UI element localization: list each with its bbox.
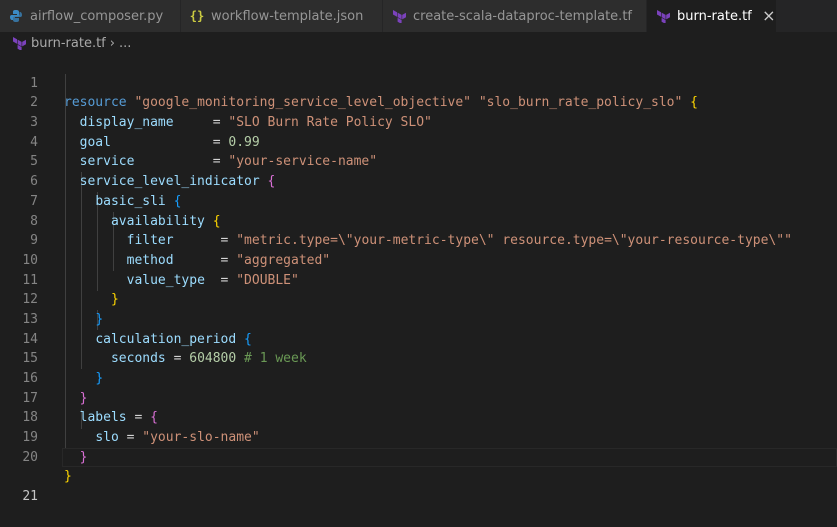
tab-label: burn-rate.tf	[677, 8, 752, 24]
current-line-highlight	[62, 447, 837, 468]
code-line: 10 value_type = "DOUBLE"	[0, 231, 837, 288]
code-line: 4 service = "your-service-name"	[0, 113, 837, 170]
close-tab-icon[interactable]: ×	[762, 8, 776, 24]
python-icon	[8, 8, 24, 24]
code-line: 9 method = "aggregated"	[0, 212, 837, 268]
code-line: 11 }	[0, 251, 837, 308]
code-line: 14 seconds = 604800 # 1 week	[0, 310, 837, 367]
code-line: 2 display_name = "SLO Burn Rate Policy S…	[0, 74, 837, 130]
code-line: 19 }	[0, 408, 837, 465]
code-line: 6 basic_sli {	[0, 152, 837, 209]
breadcrumb-separator: ›	[109, 35, 115, 51]
code-line: 16 }	[0, 349, 837, 406]
code-line: 18 slo = "your-slo-name"	[0, 389, 837, 445]
breadcrumb-more[interactable]: ...	[119, 36, 131, 51]
breadcrumb: burn-rate.tf › ...	[0, 32, 837, 54]
terraform-icon	[391, 8, 407, 24]
tab-label: airflow_composer.py	[30, 8, 164, 24]
json-braces-icon: {}	[189, 9, 205, 23]
tab-burn-rate[interactable]: burn-rate.tf ×	[647, 0, 777, 32]
tab-create-scala-dataproc-template[interactable]: create-scala-dataproc-template.tf	[383, 0, 647, 32]
code-line: 12 }	[0, 271, 837, 327]
breadcrumb-file[interactable]: burn-rate.tf	[31, 36, 106, 51]
code-line: 20 }	[0, 428, 837, 485]
code-line: 7 availability {	[0, 172, 837, 229]
tab-bar: airflow_composer.py {} workflow-template…	[0, 0, 837, 32]
code-editor[interactable]: 1 resource "google_monitoring_service_le…	[0, 54, 837, 504]
line-number: 21	[22, 489, 38, 505]
code-line: 8 filter = "metric.type=\"your-metric-ty…	[0, 192, 837, 249]
code-line: 17 labels = {	[0, 369, 837, 426]
terraform-icon	[655, 8, 671, 24]
tab-label: workflow-template.json	[211, 8, 364, 24]
code-line: 1 resource "google_monitoring_service_le…	[0, 54, 837, 111]
tab-workflow-template[interactable]: {} workflow-template.json	[181, 0, 383, 32]
code-line: 3 goal = 0.99	[0, 93, 837, 150]
tab-label: create-scala-dataproc-template.tf	[413, 8, 632, 24]
bracket: }	[64, 469, 72, 485]
tab-airflow-composer[interactable]: airflow_composer.py	[0, 0, 181, 32]
code-line: 15 }	[0, 330, 837, 386]
code-line-current: 21	[0, 447, 837, 504]
code-line: 13 calculation_period {	[0, 290, 837, 347]
code-line: 5 service_level_indicator {	[0, 133, 837, 189]
terraform-icon	[12, 36, 26, 50]
